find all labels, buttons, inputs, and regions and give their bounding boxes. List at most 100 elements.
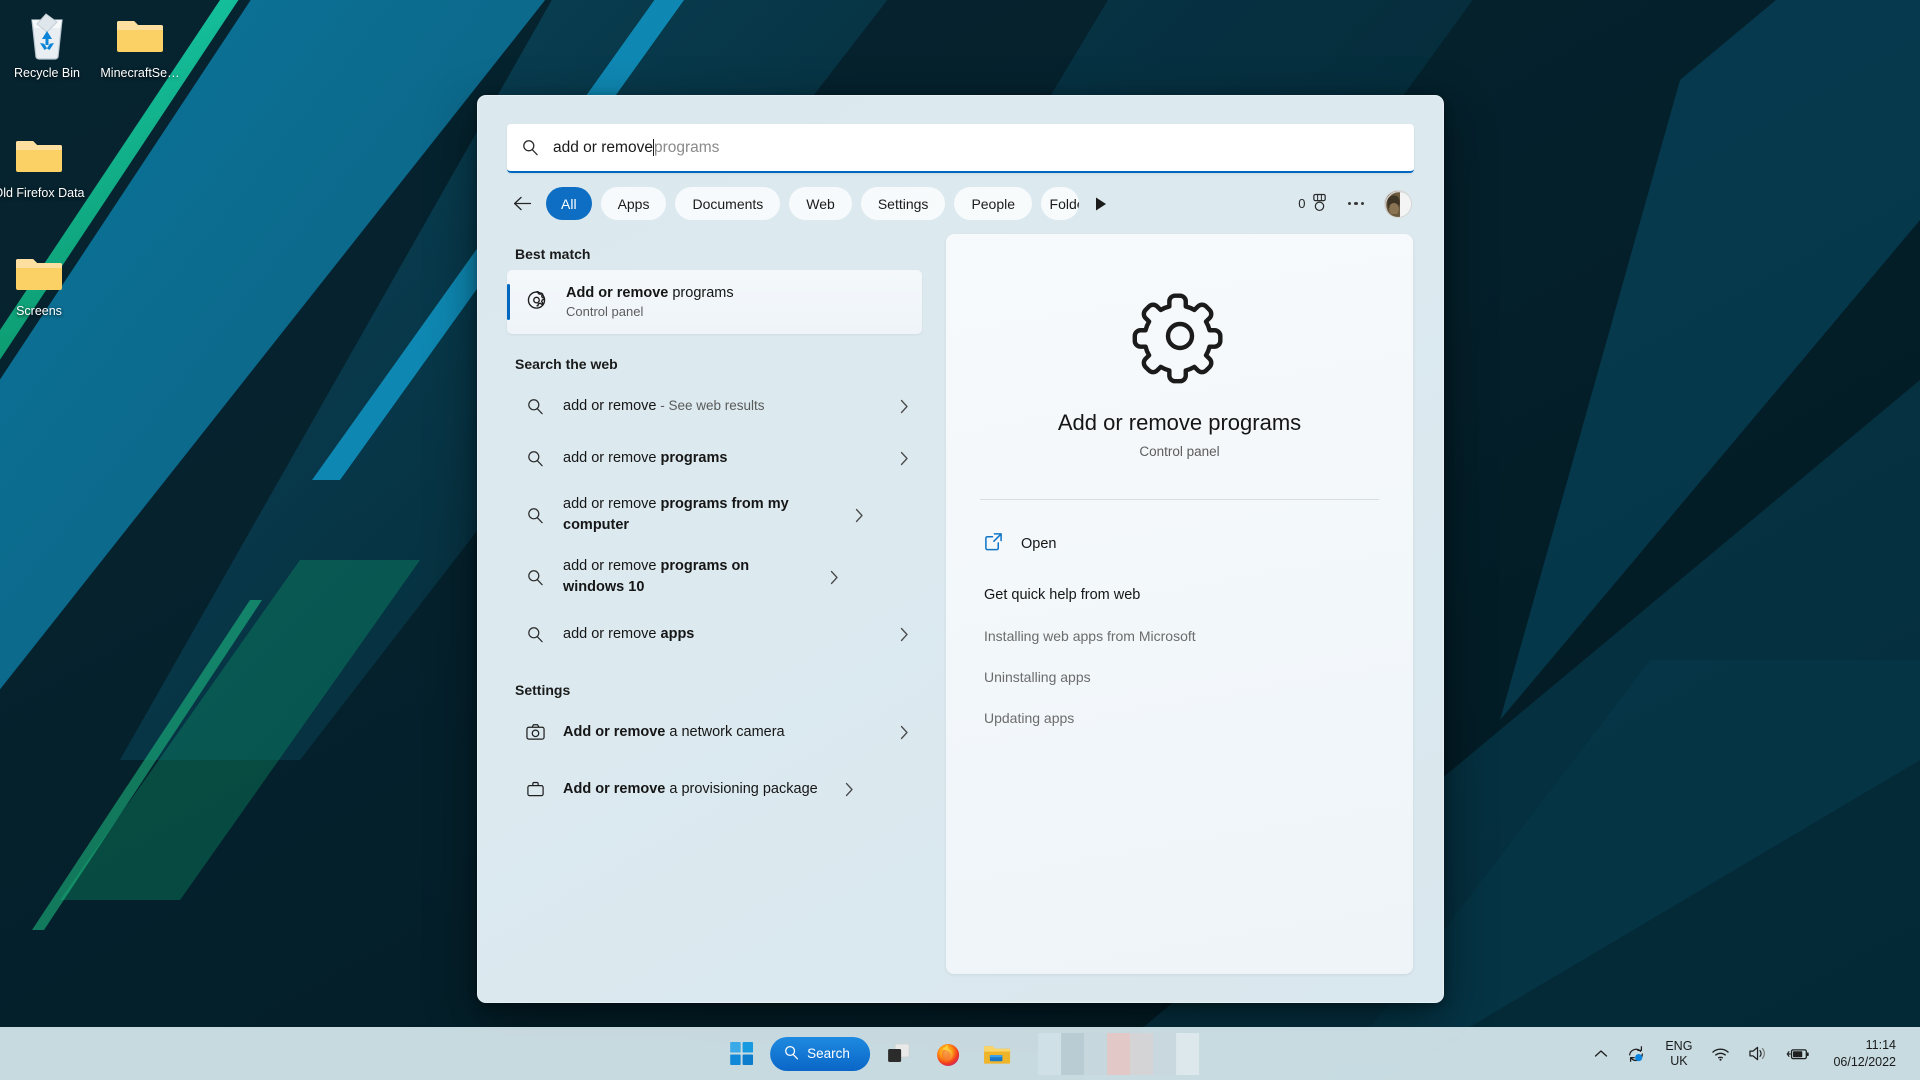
filter-chip-apps[interactable]: Apps — [601, 187, 667, 220]
more-ellipsis-icon[interactable] — [1344, 196, 1369, 212]
search-icon — [784, 1045, 799, 1063]
search-autocomplete-suffix: programs — [654, 139, 719, 157]
web-result-row[interactable]: add or remove programs — [507, 432, 922, 484]
gear-icon — [525, 288, 548, 316]
best-match-subtitle: Control panel — [566, 303, 734, 321]
taskbar-center-group: Search — [721, 1033, 1199, 1075]
search-input[interactable]: add or removeprograms — [507, 124, 1414, 173]
web-result-row[interactable]: add or remove apps — [507, 608, 922, 660]
quick-help-heading: Get quick help from web — [980, 587, 1379, 603]
settings-result-bold: Add or remove — [563, 724, 665, 740]
quick-help-link[interactable]: Uninstalling apps — [980, 669, 1379, 685]
search-icon — [525, 450, 545, 467]
section-heading-settings: Settings — [507, 660, 922, 706]
web-result-bold: apps — [661, 626, 695, 642]
web-result-prefix: add or remove — [563, 496, 661, 512]
best-match-title-bold: Add or remove — [566, 285, 668, 301]
package-icon — [525, 780, 545, 798]
search-results-body: Best match Add or remove programs Contro… — [478, 220, 1443, 1000]
arrow-right-icon[interactable] — [1088, 189, 1114, 219]
desktop-icon-screens[interactable]: Screens — [0, 248, 104, 319]
language-line-1: ENG — [1665, 1039, 1692, 1054]
settings-result-bold: Add or remove — [563, 781, 665, 797]
desktop-icon-old-firefox-data[interactable]: Old Firefox Data — [0, 130, 104, 201]
file-explorer-icon[interactable] — [977, 1034, 1017, 1074]
folder-icon — [0, 248, 104, 300]
preview-title: Add or remove programs — [980, 410, 1379, 436]
search-query-text: add or remove — [553, 139, 653, 157]
filter-chip-settings[interactable]: Settings — [861, 187, 946, 220]
search-icon — [525, 569, 545, 586]
chevron-right-icon — [896, 399, 912, 414]
language-line-2: UK — [1665, 1054, 1692, 1069]
chevron-right-icon — [896, 725, 912, 740]
chevron-right-icon — [896, 451, 912, 466]
web-result-suffix: - See web results — [657, 398, 765, 413]
system-tray: ENG UK — [1585, 1027, 1920, 1080]
rewards-medal-icon — [1311, 193, 1328, 215]
quick-help-link[interactable]: Installing web apps from Microsoft — [980, 628, 1379, 644]
settings-result-rest: a network camera — [665, 724, 784, 740]
filter-chip-all[interactable]: All — [546, 187, 592, 220]
clock[interactable]: 11:14 06/12/2022 — [1819, 1037, 1906, 1071]
search-header-actions: 0 — [1298, 190, 1414, 218]
search-box-container: add or removeprograms — [478, 96, 1443, 173]
preview-card: Add or remove programs Control panel Ope… — [946, 234, 1413, 974]
battery-charging-icon[interactable] — [1777, 1034, 1819, 1074]
web-result-row[interactable]: add or remove - See web results — [507, 380, 922, 432]
web-result-bold: programs — [661, 450, 728, 466]
filter-chip-people[interactable]: People — [954, 187, 1032, 220]
task-view-icon[interactable] — [879, 1034, 919, 1074]
search-icon — [525, 507, 545, 524]
filter-chip-web[interactable]: Web — [789, 187, 852, 220]
quick-help-link[interactable]: Updating apps — [980, 710, 1379, 726]
search-preview-pane: Add or remove programs Control panel Ope… — [930, 234, 1443, 1000]
user-avatar[interactable] — [1384, 190, 1412, 218]
volume-icon[interactable] — [1739, 1034, 1777, 1074]
best-match-title-rest: programs — [668, 285, 733, 301]
camera-icon — [525, 723, 545, 741]
taskbar-search-button[interactable]: Search — [770, 1037, 870, 1071]
search-icon — [522, 139, 539, 156]
windows-start-icon[interactable] — [721, 1034, 761, 1074]
settings-result-row[interactable]: Add or remove a provisioning package — [507, 758, 922, 820]
settings-result-rest: a provisioning package — [665, 781, 817, 797]
desktop-icon-label: MinecraftSe… — [75, 66, 205, 81]
onedrive-sync-icon[interactable] — [1617, 1034, 1655, 1074]
filter-chip-documents[interactable]: Documents — [675, 187, 780, 220]
arrow-left-icon[interactable] — [507, 189, 537, 219]
rewards-count: 0 — [1298, 196, 1305, 211]
web-result-row[interactable]: add or remove programs on windows 10 — [507, 546, 922, 608]
web-result-prefix: add or remove — [563, 558, 661, 574]
wifi-icon[interactable] — [1702, 1034, 1739, 1074]
taskbar: Search — [0, 1027, 1920, 1080]
search-icon — [525, 626, 545, 643]
rewards-counter[interactable]: 0 — [1298, 193, 1327, 215]
chevron-right-icon — [841, 782, 857, 797]
pixelated-taskbar-region — [1038, 1033, 1199, 1075]
filter-chip-folders[interactable]: Folde — [1041, 187, 1079, 220]
folder-icon — [75, 10, 205, 62]
folder-icon — [0, 130, 104, 182]
open-label: Open — [1021, 536, 1056, 552]
clock-date: 06/12/2022 — [1833, 1054, 1896, 1071]
open-button[interactable]: Open — [980, 526, 1379, 561]
settings-result-row[interactable]: Add or remove a network camera — [507, 706, 922, 758]
search-icon — [525, 398, 545, 415]
best-match-result[interactable]: Add or remove programs Control panel — [507, 270, 922, 334]
search-filter-bar: All Apps Documents Web Settings People F… — [478, 173, 1443, 220]
desktop-icon-minecraft-folder[interactable]: MinecraftSe… — [75, 10, 205, 81]
firefox-icon[interactable] — [928, 1034, 968, 1074]
section-heading-best-match: Best match — [507, 234, 922, 270]
language-indicator[interactable]: ENG UK — [1655, 1039, 1702, 1069]
best-match-text: Add or remove programs Control panel — [566, 284, 734, 321]
desktop-icon-label: Screens — [0, 304, 104, 319]
gear-icon — [980, 288, 1379, 384]
web-result-row[interactable]: add or remove programs from my computer — [507, 484, 922, 546]
search-results-list: Best match Add or remove programs Contro… — [478, 234, 930, 1000]
section-heading-search-the-web: Search the web — [507, 334, 922, 380]
chevron-right-icon — [826, 570, 842, 585]
chevron-right-icon — [851, 508, 867, 523]
preview-divider — [980, 499, 1379, 500]
chevron-up-icon[interactable] — [1585, 1034, 1617, 1074]
